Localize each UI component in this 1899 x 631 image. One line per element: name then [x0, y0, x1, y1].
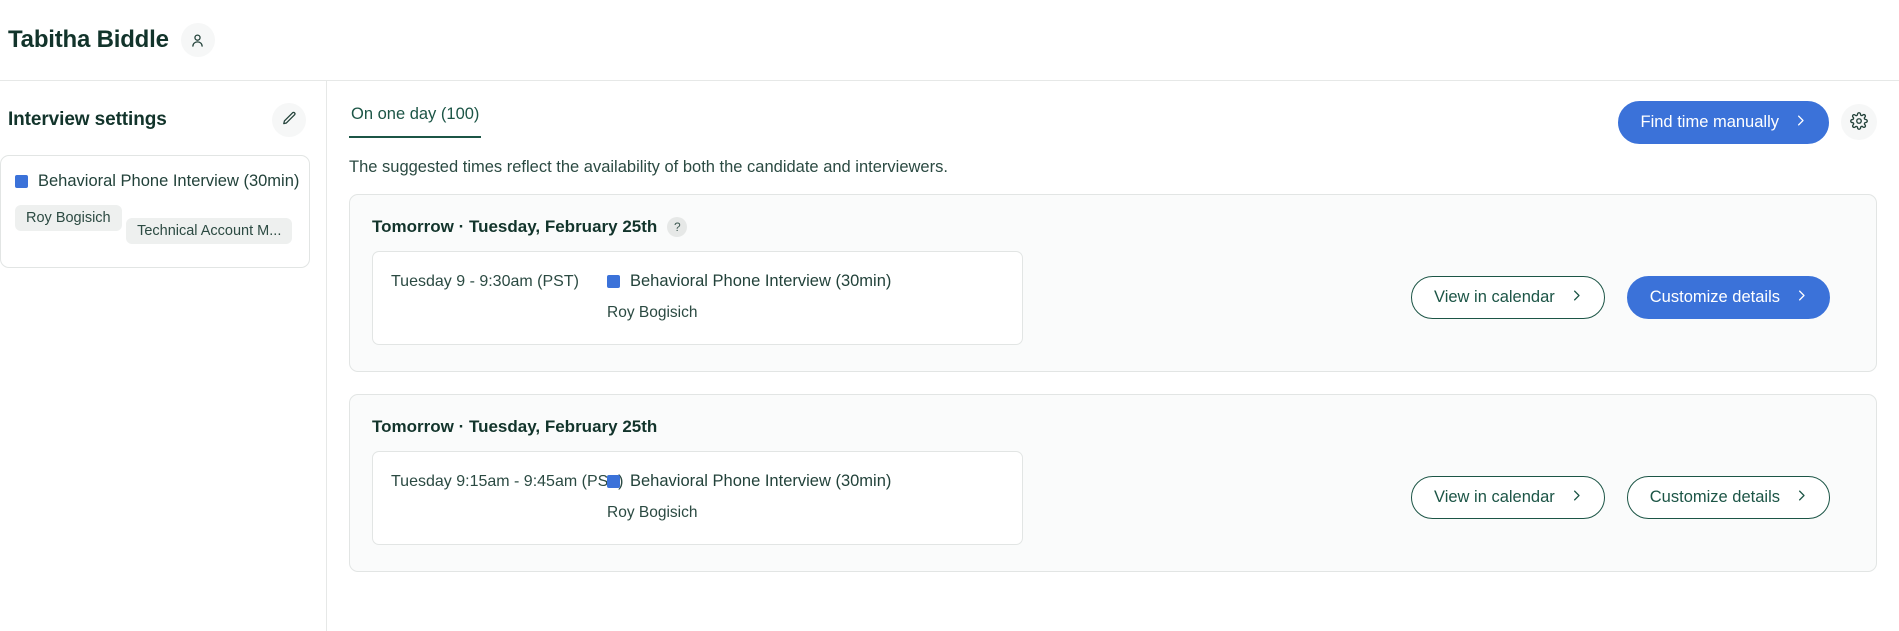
interview-tags: Roy Bogisich Technical Account M...	[15, 205, 295, 249]
sidebar-title: Interview settings	[8, 109, 167, 130]
slot-title-row: Behavioral Phone Interview (30min)	[607, 472, 891, 491]
sidebar: Interview settings Behavioral Phone Inte…	[0, 81, 327, 631]
view-in-calendar-button[interactable]: View in calendar	[1410, 476, 1605, 519]
time-slot[interactable]: Tuesday 9:15am - 9:45am (PST) Behavioral…	[372, 450, 1023, 545]
chevron-right-icon	[1794, 488, 1809, 507]
suggestion-card: Tomorrow · Tuesday, February 25th ? Tues…	[349, 193, 1877, 372]
slot-title-row: Behavioral Phone Interview (30min)	[607, 272, 891, 291]
tab-bar: On one day (100)	[349, 99, 482, 138]
slot-color-swatch	[607, 474, 620, 488]
customize-details-label: Customize details	[1649, 488, 1780, 507]
profile-icon-button[interactable]	[180, 23, 215, 57]
interview-settings-card: Behavioral Phone Interview (30min) Roy B…	[0, 155, 310, 268]
app-root: Tabitha Biddle Interview settings Behavi…	[0, 0, 1899, 631]
chevron-right-icon	[1793, 113, 1808, 132]
slot-interviewer: Roy Bogisich	[607, 303, 698, 321]
body-split: Interview settings Behavioral Phone Inte…	[0, 81, 1899, 631]
interview-color-swatch	[15, 175, 28, 188]
edit-interview-settings-button[interactable]	[272, 103, 306, 137]
time-slot[interactable]: Tuesday 9 - 9:30am (PST) Behavioral Phon…	[372, 250, 1023, 345]
slot-interviewer: Roy Bogisich	[607, 503, 698, 521]
card-body: Tuesday 9:15am - 9:45am (PST) Behavioral…	[372, 450, 1852, 545]
customize-details-button[interactable]: Customize details	[1626, 476, 1830, 519]
card-actions: View in calendar Customize details	[1410, 276, 1852, 319]
interview-label: Behavioral Phone Interview (30min)	[38, 172, 300, 190]
help-badge[interactable]: ?	[667, 216, 688, 237]
slot-title: Behavioral Phone Interview (30min)	[630, 271, 892, 290]
view-in-calendar-label: View in calendar	[1433, 288, 1555, 307]
customize-details-label: Customize details	[1649, 288, 1780, 307]
chevron-right-icon	[1794, 288, 1809, 307]
slot-color-swatch	[607, 274, 620, 288]
suggestion-card-list: Tomorrow · Tuesday, February 25th ? Tues…	[349, 193, 1877, 572]
card-date: Tomorrow · Tuesday, February 25th	[372, 216, 658, 236]
top-header: Tabitha Biddle	[0, 0, 1899, 81]
slot-detail: Behavioral Phone Interview (30min) Roy B…	[607, 472, 891, 522]
sidebar-header: Interview settings	[0, 81, 326, 155]
find-time-manually-button[interactable]: Find time manually	[1617, 101, 1829, 144]
suggestions-subtitle: The suggested times reflect the availabi…	[349, 157, 948, 176]
slot-time: Tuesday 9:15am - 9:45am (PST)	[391, 472, 624, 490]
main-toolbar: On one day (100) Find time manually	[349, 81, 1877, 144]
slot-time: Tuesday 9 - 9:30am (PST)	[391, 272, 579, 290]
settings-button[interactable]	[1841, 104, 1877, 141]
tab-on-one-day[interactable]: On one day (100)	[349, 99, 482, 138]
tag-interviewer[interactable]: Roy Bogisich	[15, 205, 122, 231]
customize-details-button[interactable]: Customize details	[1626, 276, 1830, 319]
view-in-calendar-button[interactable]: View in calendar	[1410, 276, 1605, 319]
toolbar-actions: Find time manually	[1617, 99, 1877, 144]
slot-title: Behavioral Phone Interview (30min)	[630, 471, 892, 490]
card-date: Tomorrow · Tuesday, February 25th	[372, 416, 658, 436]
card-header: Tomorrow · Tuesday, February 25th ?	[372, 216, 1852, 237]
person-icon	[189, 32, 206, 49]
interview-row[interactable]: Behavioral Phone Interview (30min)	[15, 172, 299, 191]
view-in-calendar-label: View in calendar	[1433, 488, 1555, 507]
pencil-icon	[281, 110, 298, 130]
gear-icon	[1850, 111, 1868, 133]
card-header: Tomorrow · Tuesday, February 25th	[372, 417, 1852, 437]
card-body: Tuesday 9 - 9:30am (PST) Behavioral Phon…	[372, 250, 1852, 345]
chevron-right-icon	[1569, 488, 1584, 507]
page-title: Tabitha Biddle	[8, 26, 169, 53]
tag-role[interactable]: Technical Account M...	[126, 218, 293, 244]
find-time-manually-label: Find time manually	[1640, 113, 1779, 131]
chevron-right-icon	[1569, 288, 1584, 307]
main-content: On one day (100) Find time manually The …	[327, 81, 1899, 631]
card-actions: View in calendar Customize details	[1410, 476, 1852, 519]
slot-detail: Behavioral Phone Interview (30min) Roy B…	[607, 272, 891, 322]
suggestion-card: Tomorrow · Tuesday, February 25th Tuesda…	[349, 393, 1877, 572]
